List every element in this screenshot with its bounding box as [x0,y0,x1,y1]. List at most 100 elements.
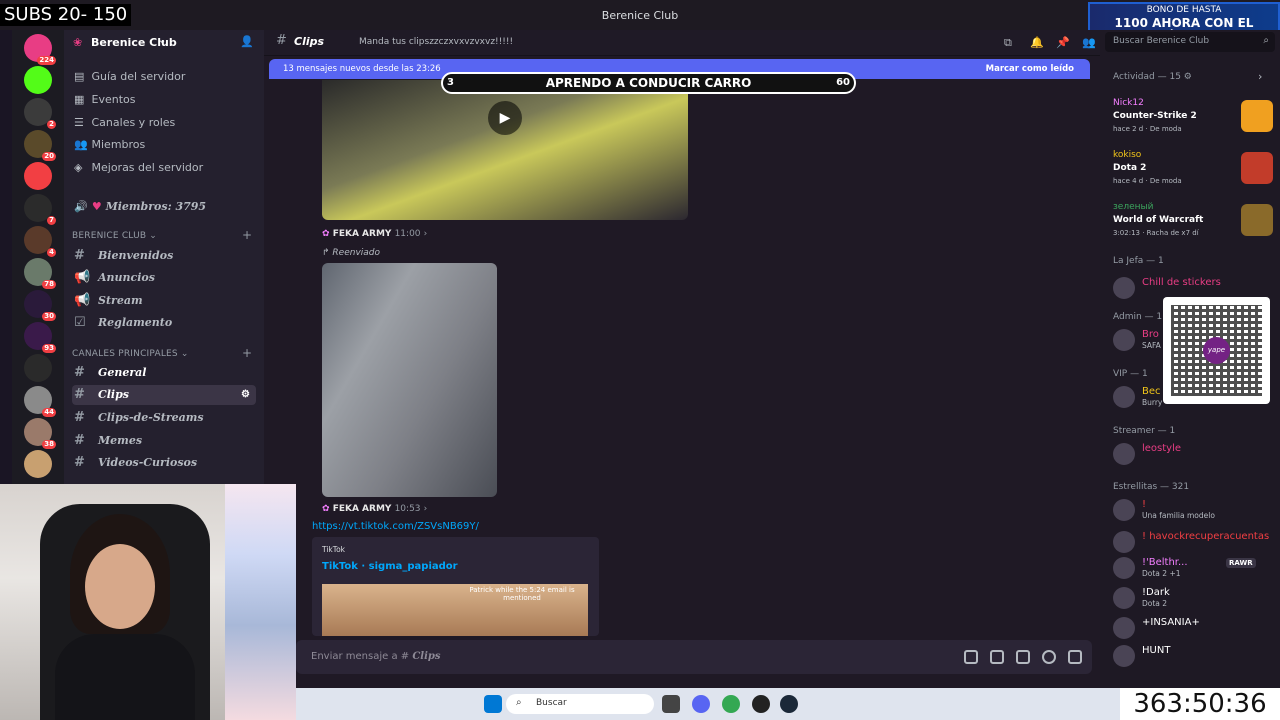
forwarded-label: ↱ Reenviado [322,248,380,258]
server-icon-2[interactable]: 2 [24,98,56,129]
hash-icon: # [74,387,85,402]
play-icon[interactable]: ▶ [488,101,522,135]
server-icon-7[interactable]: 78 [24,258,56,289]
list-icon: ☰ [74,116,84,129]
member-item[interactable]: !Dark Dota 2 [1113,587,1273,609]
stream-title-text: APRENDO A CONDUCIR CARRO [545,76,752,90]
server-icon-1[interactable] [24,66,52,94]
task-view-icon[interactable] [662,695,680,713]
message-link[interactable]: https://vt.tiktok.com/ZSVsNB69Y/ [312,521,479,532]
channel-anuncios[interactable]: 📢 Anuncios [72,268,256,288]
server-icon: ❀ [73,36,83,49]
activity-user[interactable]: kokiso [1113,150,1141,160]
sticker-icon[interactable] [1016,650,1030,664]
forwarded-text: Reenviado [332,248,381,258]
member-item[interactable]: ! havockrecuperacuentas [1113,531,1273,553]
emoji-icon[interactable] [1042,650,1056,664]
category-canales-principales[interactable]: CANALES PRINCIPALES ⌄ [72,349,189,359]
server-icon-3[interactable]: 20 [24,130,56,161]
category-berenice-club[interactable]: BERENICE CLUB ⌄ [72,231,157,241]
steam-icon[interactable] [780,695,798,713]
message-composer[interactable]: Enviar mensaje a # Clips [296,640,1092,674]
gif-icon[interactable] [990,650,1004,664]
embed-thumbnail[interactable]: Patrick while the 5:24 email is mentione… [322,584,588,636]
mark-read-button[interactable]: Marcar como leído [986,64,1074,74]
pin-icon[interactable]: 📌 [1056,36,1070,49]
nav-boosts[interactable]: ◈ Mejoras del servidor [74,161,203,174]
chevron-down-icon: ⌄ [158,35,167,46]
channel-label: Videos-Curiosos [98,456,198,469]
channel-bienvenidos[interactable]: # Bienvenidos [72,246,256,266]
server-icon-13[interactable] [24,450,52,478]
search-icon: ⌕ [1263,35,1269,46]
nav-server-guide[interactable]: ▤ Guía del servidor [74,70,185,83]
member-item[interactable]: leostyle [1113,443,1273,465]
server-icon-4[interactable] [24,162,52,190]
add-channel-icon[interactable]: + [242,228,252,242]
channel-clips-de-streams[interactable]: # Clips-de-Streams [72,408,256,428]
message-author-line[interactable]: ✿ FEKA ARMY 11:00 › [322,229,427,239]
embed-title[interactable]: TikTok · sigma_papiador [322,561,458,572]
server-icon-5[interactable]: 7 [24,194,56,225]
obs-icon[interactable] [752,695,770,713]
search-input[interactable]: Buscar Berenice Club ⌕ [1105,32,1275,52]
member-item[interactable]: ! Una familia modelo [1113,499,1273,521]
windows-start-icon[interactable] [484,695,502,713]
threads-icon[interactable]: ⧉ [1004,36,1012,50]
taskbar-search[interactable]: ⌕ Buscar [506,694,654,714]
channel-videos-curiosos[interactable]: # Videos-Curiosos [72,453,256,473]
discord-icon[interactable] [692,695,710,713]
author-name[interactable]: FEKA ARMY [333,504,392,514]
channel-stream[interactable]: 📢 Stream [72,291,256,311]
members-icon: 👥 [74,138,88,151]
server-icon-12[interactable]: 38 [24,418,56,449]
activity-card[interactable]: Nick12 Counter-Strike 2 hace 2 d · De moda [1113,98,1273,146]
apps-icon[interactable] [1068,650,1082,664]
member-group-label: Streamer — 1 [1113,426,1176,436]
server-icon-11[interactable]: 44 [24,386,56,417]
mention-badge: 2 [47,120,56,129]
member-item[interactable]: +INSANIA+ [1113,617,1273,639]
server-icon-10[interactable] [24,354,52,382]
channel-clips[interactable]: # Clips ⚙ [72,385,256,405]
composer-prefix: Enviar mensaje a # [311,651,410,662]
author-name[interactable]: FEKA ARMY [333,229,392,239]
activity-user[interactable]: зеленый [1113,202,1153,212]
gear-icon: ⚙ [1183,72,1192,82]
activity-user[interactable]: Nick12 [1113,98,1144,108]
webcam-overlay [0,484,296,720]
add-member-icon[interactable]: 👤 [240,35,254,48]
gift-icon[interactable] [964,650,978,664]
message-time: 10:53 [394,504,421,514]
server-icon-8[interactable]: 30 [24,290,56,321]
member-list-icon[interactable]: 👥 [1082,36,1096,49]
nav-channels-roles[interactable]: ☰ Canales y roles [74,116,175,129]
avatar [1113,645,1135,667]
server-icon-6[interactable]: 4 [24,226,56,257]
server-icon-0[interactable]: 224 [24,34,56,65]
chrome-icon[interactable] [722,695,740,713]
server-header[interactable]: ❀ Berenice Club ⌄ 👤 [64,30,264,56]
image-attachment[interactable] [322,263,497,497]
new-messages-text: 13 mensajes nuevos desde las 23:26 [283,64,441,74]
message-author-line[interactable]: ✿ FEKA ARMY 10:53 › [322,504,427,514]
member-item[interactable]: HUNT [1113,645,1273,667]
server-icon-9[interactable]: 93 [24,322,56,353]
members-count-channel[interactable]: 🔊 ♥ Miembros: 3795 [74,200,206,213]
taskbar: ⌕ Buscar [296,688,1120,720]
settings-gear-icon[interactable]: ⚙ [241,385,250,405]
activity-card[interactable]: kokiso Dota 2 hace 4 d · De moda [1113,150,1273,198]
nav-events[interactable]: ▦ Eventos [74,93,135,106]
channel-memes[interactable]: # Memes [72,431,256,451]
chevron-right-icon[interactable]: › [1258,70,1262,83]
activity-card[interactable]: зеленый World of Warcraft 3:02:13 · Racha … [1113,202,1273,250]
channel-general[interactable]: # General [72,363,256,383]
nav-members[interactable]: 👥 Miembros [74,138,145,151]
avatar [1113,386,1135,408]
channel-topic[interactable]: Manda tus clipszzczxvxvzvxvz!!!!! [359,37,513,47]
channel-reglamento[interactable]: ☑ Reglamento [72,313,256,333]
member-item[interactable]: Chill de stickers [1113,277,1273,299]
add-channel-icon[interactable]: + [242,346,252,360]
bell-icon[interactable]: 🔔 [1030,36,1044,49]
members-count-label: Miembros: 3795 [105,200,207,213]
